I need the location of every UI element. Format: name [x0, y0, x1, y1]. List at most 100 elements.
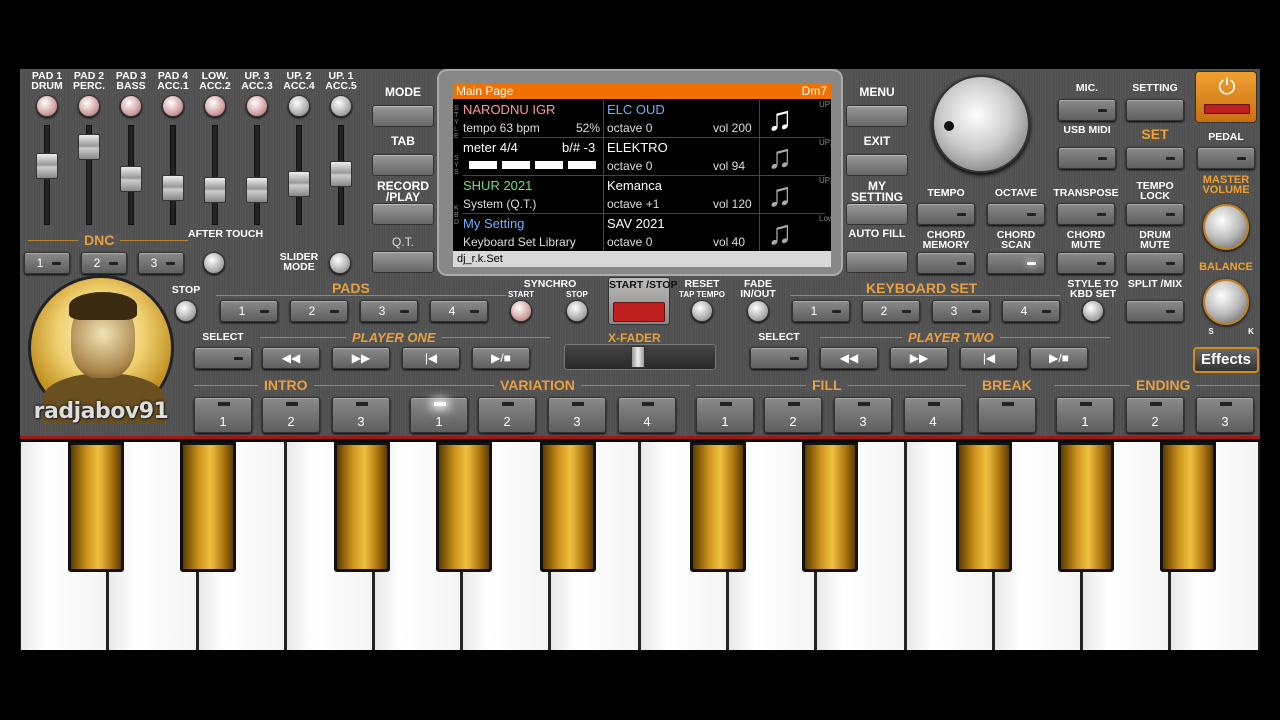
drum-mute-button[interactable] — [1126, 252, 1184, 274]
synchro-stop-knob[interactable] — [566, 300, 588, 322]
balance-knob[interactable] — [1203, 279, 1249, 325]
player-two-select-button[interactable] — [750, 347, 808, 369]
mixer-fader-7[interactable] — [286, 125, 312, 225]
music-note-icon[interactable]: ♫ — [767, 102, 793, 136]
ending-button-3[interactable]: 3 — [1196, 397, 1254, 433]
synchro-start-knob[interactable] — [510, 300, 532, 322]
up3-knob[interactable] — [246, 95, 268, 117]
pad3-knob[interactable] — [120, 95, 142, 117]
dnc-button-1[interactable]: 1 — [24, 252, 70, 274]
display-row[interactable]: NARODNU IGR tempo 63 bpm 52% ELC OUD octave … — [463, 100, 835, 138]
dnc-button-3[interactable]: 3 — [138, 252, 184, 274]
pad-button-2[interactable]: 2 — [290, 300, 348, 322]
fader-handle[interactable] — [162, 175, 184, 201]
black-key[interactable] — [540, 442, 596, 572]
chord-memory-button[interactable] — [917, 252, 975, 274]
fill-button-2[interactable]: 2 — [764, 397, 822, 433]
pad-button-4[interactable]: 4 — [430, 300, 488, 322]
player-two-rewind-button[interactable]: ◀◀ — [820, 347, 878, 369]
low-knob[interactable] — [204, 95, 226, 117]
slider-mode-knob[interactable] — [329, 252, 351, 274]
chord-scan-button[interactable] — [987, 252, 1045, 274]
fader-handle[interactable] — [288, 171, 310, 197]
tempo-lock-button[interactable] — [1126, 203, 1184, 225]
mixer-fader-3[interactable] — [118, 125, 144, 225]
usb-midi-button[interactable] — [1058, 147, 1116, 169]
variation-button-2[interactable]: 2 — [478, 397, 536, 433]
black-key[interactable] — [956, 442, 1012, 572]
x-fader-handle[interactable] — [631, 346, 645, 368]
my-setting-button[interactable] — [846, 203, 908, 225]
mixer-fader-1[interactable] — [34, 125, 60, 225]
variation-button-3[interactable]: 3 — [548, 397, 606, 433]
pad1-knob[interactable] — [36, 95, 58, 117]
tab-button[interactable] — [372, 154, 434, 176]
pedal-button[interactable] — [1197, 147, 1255, 169]
transpose-button[interactable] — [1057, 203, 1115, 225]
kbd-set-button-2[interactable]: 2 — [862, 300, 920, 322]
menu-button[interactable] — [846, 105, 908, 127]
qt-button[interactable] — [372, 251, 434, 273]
kbd-set-button-1[interactable]: 1 — [792, 300, 850, 322]
start-stop-button[interactable]: START /STOP — [608, 277, 677, 325]
black-key[interactable] — [690, 442, 746, 572]
pad-button-3[interactable]: 3 — [360, 300, 418, 322]
aftertouch-knob[interactable] — [203, 252, 225, 274]
intro-button-1[interactable]: 1 — [194, 397, 252, 433]
fade-knob[interactable] — [747, 300, 769, 322]
black-key[interactable] — [1160, 442, 1216, 572]
music-note-icon[interactable]: ♫ — [767, 140, 793, 174]
player-one-forward-button[interactable]: ▶▶ — [332, 347, 390, 369]
player-two-forward-button[interactable]: ▶▶ — [890, 347, 948, 369]
ending-button-1[interactable]: 1 — [1056, 397, 1114, 433]
fill-button-1[interactable]: 1 — [696, 397, 754, 433]
player-one-rewind-button[interactable]: ◀◀ — [262, 347, 320, 369]
mixer-fader-2[interactable] — [76, 125, 102, 225]
kbd-set-button-3[interactable]: 3 — [932, 300, 990, 322]
mixer-fader-6[interactable] — [244, 125, 270, 225]
player-two-play-stop-button[interactable]: ▶/■ — [1030, 347, 1088, 369]
black-key[interactable] — [802, 442, 858, 572]
black-key[interactable] — [1058, 442, 1114, 572]
fader-handle[interactable] — [78, 134, 100, 160]
fill-button-4[interactable]: 4 — [904, 397, 962, 433]
fill-button-3[interactable]: 3 — [834, 397, 892, 433]
variation-button-4[interactable]: 4 — [618, 397, 676, 433]
pad4-knob[interactable] — [162, 95, 184, 117]
black-key[interactable] — [334, 442, 390, 572]
dnc-button-2[interactable]: 2 — [81, 252, 127, 274]
fader-handle[interactable] — [330, 161, 352, 187]
mic-button[interactable] — [1058, 99, 1116, 121]
mode-button[interactable] — [372, 105, 434, 127]
master-volume-knob[interactable] — [1203, 204, 1249, 250]
record-play-button[interactable] — [372, 203, 434, 225]
split-mix-button[interactable] — [1126, 300, 1184, 322]
player-two-skip-back-button[interactable]: |◀ — [960, 347, 1018, 369]
up2-knob[interactable] — [288, 95, 310, 117]
music-note-icon[interactable]: ♫ — [767, 216, 793, 250]
set-button[interactable] — [1126, 147, 1184, 169]
data-dial-knob[interactable] — [932, 75, 1030, 173]
x-fader-slider[interactable] — [564, 344, 716, 370]
player-one-select-button[interactable] — [194, 347, 252, 369]
music-note-icon[interactable]: ♫ — [767, 178, 793, 212]
exit-button[interactable] — [846, 154, 908, 176]
tempo-button[interactable] — [917, 203, 975, 225]
power-button[interactable]: ⏻ — [1195, 71, 1257, 123]
intro-button-3[interactable]: 3 — [332, 397, 390, 433]
display-row[interactable]: SHUR 2021 System (Q.T.) Kemanca octave +1 vo… — [463, 176, 835, 214]
display-row[interactable]: meter 4/4 b/# -3 ELEKTRO octave 0 vol 94 ♫ UP2 — [463, 138, 835, 176]
black-key[interactable] — [68, 442, 124, 572]
pad2-knob[interactable] — [78, 95, 100, 117]
variation-button-1[interactable]: 1 — [410, 397, 468, 433]
player-one-skip-back-button[interactable]: |◀ — [402, 347, 460, 369]
stop-knob[interactable] — [175, 300, 197, 322]
player-one-play-stop-button[interactable]: ▶/■ — [472, 347, 530, 369]
auto-fill-button[interactable] — [846, 251, 908, 273]
style-to-kbd-knob[interactable] — [1082, 300, 1104, 322]
kbd-set-button-4[interactable]: 4 — [1002, 300, 1060, 322]
setting-button[interactable] — [1126, 99, 1184, 121]
fader-handle[interactable] — [36, 153, 58, 179]
fader-handle[interactable] — [120, 166, 142, 192]
chord-mute-button[interactable] — [1057, 252, 1115, 274]
